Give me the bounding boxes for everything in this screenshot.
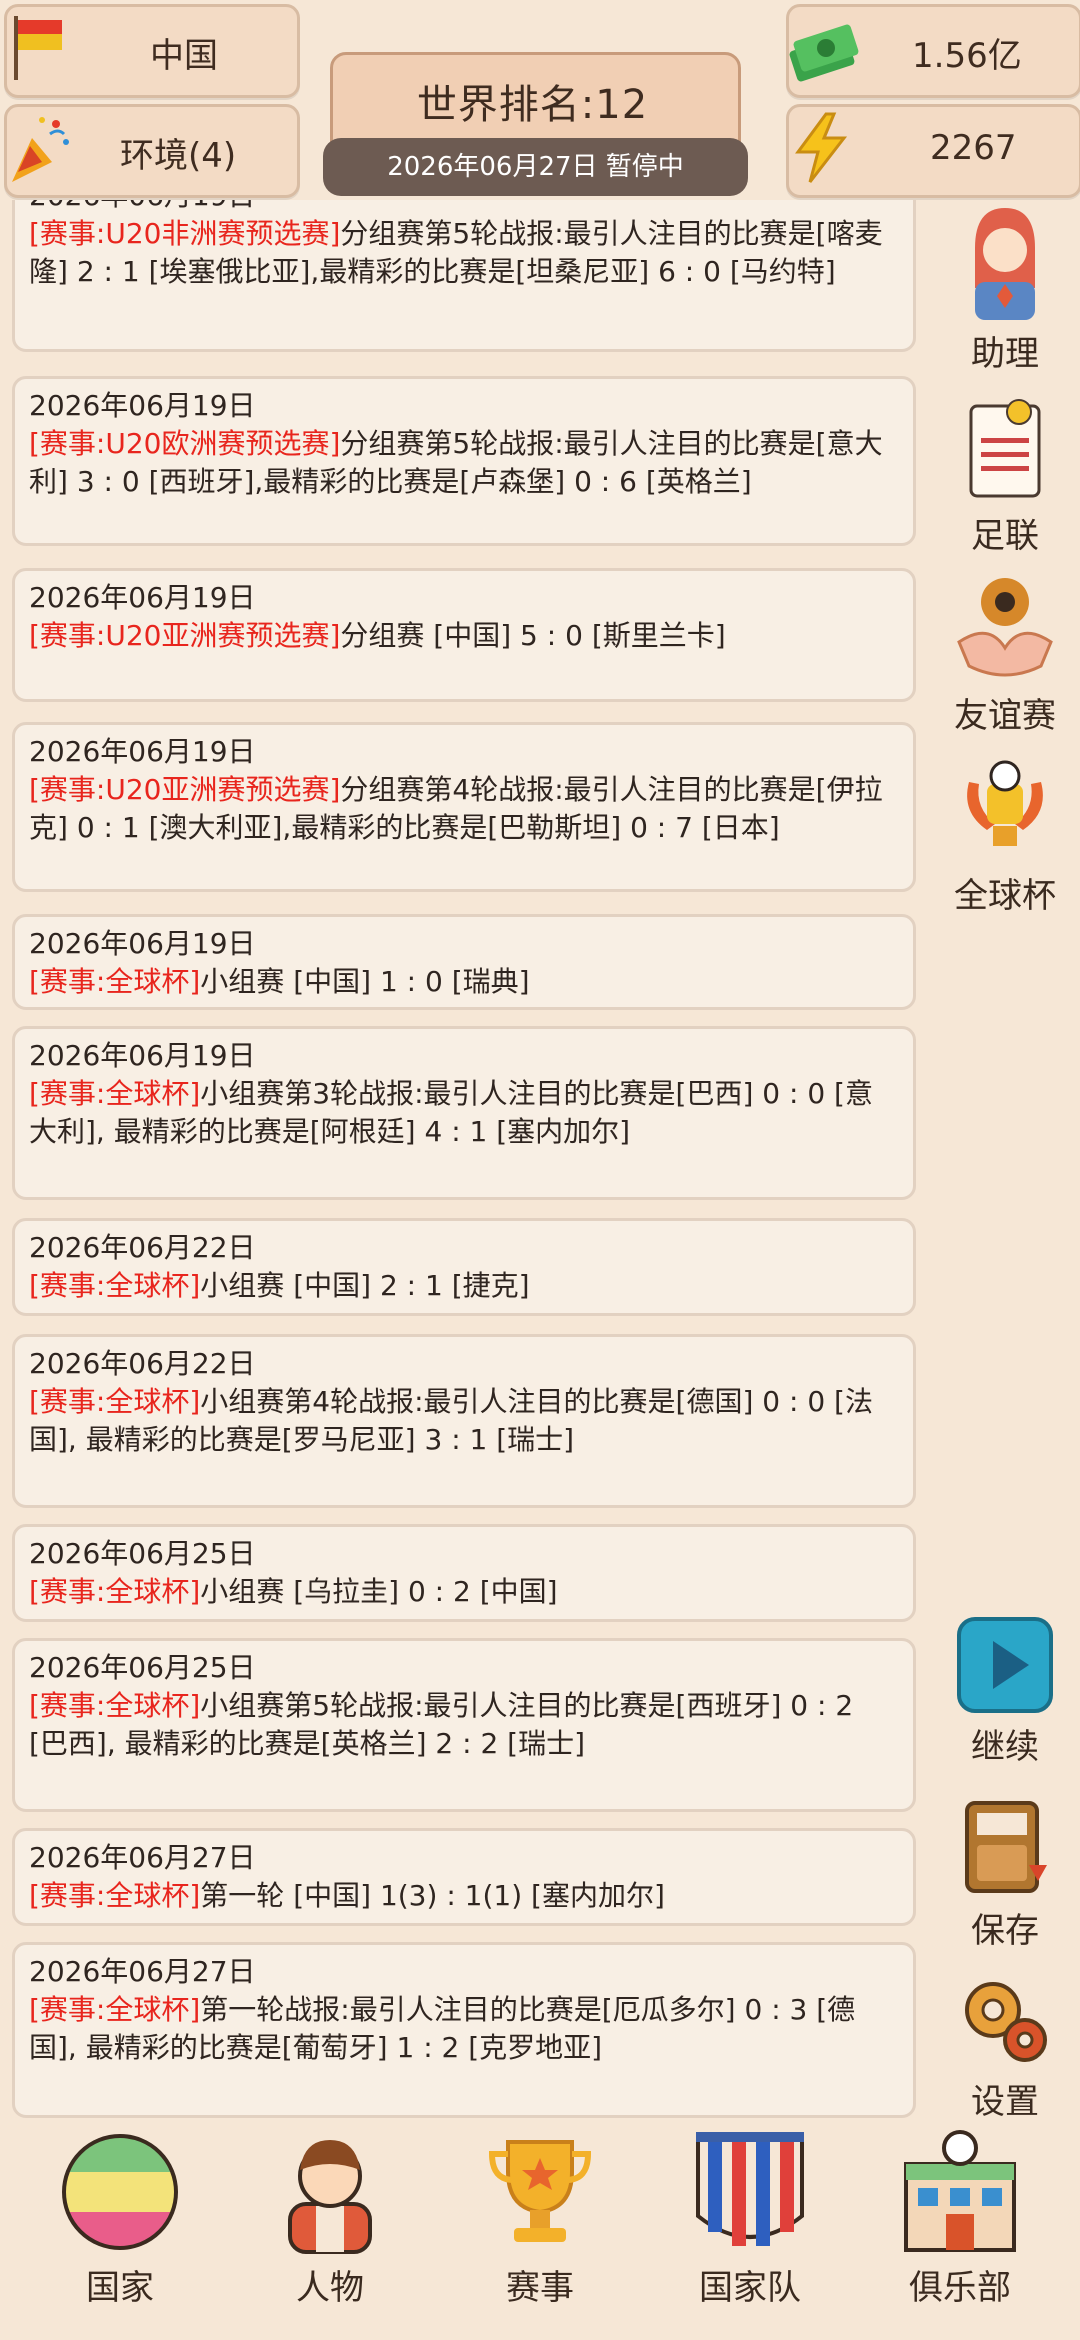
news-date: 2026年06月25日 — [29, 1651, 256, 1684]
club-building-icon — [904, 2130, 1016, 2252]
news-date: 2026年06月19日 — [29, 200, 899, 215]
news-date: 2026年06月19日 — [29, 927, 256, 960]
money-stack-icon — [786, 8, 866, 92]
party-popper-icon — [6, 108, 76, 192]
nav-events[interactable]: 赛事 — [440, 2130, 640, 2309]
news-date: 2026年06月27日 — [29, 1841, 256, 1874]
news-date: 2026年06月25日 — [29, 1537, 256, 1570]
nav-national-team[interactable]: 国家队 — [650, 2130, 850, 2309]
news-date: 2026年06月22日 — [29, 1347, 256, 1380]
country-label: 中国 — [150, 36, 218, 76]
bottom-navigation: 国家 人物 赛事 国家队 俱乐部 — [0, 2130, 1080, 2340]
news-card[interactable]: 2026年06月19日 [赛事:U20欧洲赛预选赛]分组赛第5轮战报:最引人注目… — [12, 376, 916, 546]
news-card[interactable]: 2026年06月22日 [赛事:全球杯]小组赛第4轮战报:最引人注目的比赛是[德… — [12, 1334, 916, 1508]
news-tag: [赛事:全球杯] — [29, 1879, 201, 1912]
play-icon — [957, 1617, 1053, 1713]
team-shield-icon — [696, 2132, 804, 2246]
nav-people[interactable]: 人物 — [230, 2130, 430, 2309]
news-tag: [赛事:全球杯] — [29, 1385, 201, 1418]
news-card[interactable]: 2026年06月19日 [赛事:U20亚洲赛预选赛]分组赛第4轮战报:最引人注目… — [12, 722, 916, 892]
news-tag: [赛事:全球杯] — [29, 1269, 201, 1302]
game-date-status: 2026年06月27日 暂停中 — [323, 138, 748, 196]
assistant-button[interactable]: 助理 — [930, 200, 1080, 375]
news-tag: [赛事:全球杯] — [29, 1993, 201, 2026]
nav-people-label: 人物 — [296, 2268, 364, 2308]
news-card[interactable]: 2026年06月25日 [赛事:全球杯]小组赛 [乌拉圭] 0 : 2 [中国] — [12, 1524, 916, 1622]
save-book-icon — [965, 1801, 1047, 1893]
news-date: 2026年06月19日 — [29, 1039, 256, 1072]
news-tag: [赛事:全球杯] — [29, 1575, 201, 1608]
news-tag: [赛事:U20非洲赛预选赛] — [29, 217, 341, 250]
news-card[interactable]: 2026年06月19日 [赛事:U20亚洲赛预选赛]分组赛 [中国] 5 : 0… — [12, 568, 916, 702]
country-flag-ball-icon — [62, 2134, 178, 2250]
nav-country-label: 国家 — [86, 2268, 154, 2308]
news-tag: [赛事:全球杯] — [29, 965, 201, 998]
federation-label: 足联 — [971, 516, 1039, 556]
document-icon — [969, 399, 1041, 498]
news-card[interactable]: 2026年06月25日 [赛事:全球杯]小组赛第5轮战报:最引人注目的比赛是[西… — [12, 1638, 916, 1812]
energy-value: 2267 — [930, 128, 1017, 168]
friendly-match-button[interactable]: 友谊赛 — [930, 572, 1080, 737]
save-label: 保存 — [971, 1911, 1039, 1951]
news-card[interactable]: 2026年06月22日 [赛事:全球杯]小组赛 [中国] 2 : 1 [捷克] — [12, 1218, 916, 1316]
news-body: 分组赛 [中国] 5 : 0 [斯里兰卡] — [340, 619, 726, 652]
news-card[interactable]: 2026年06月27日 [赛事:全球杯]第一轮战报:最引人注目的比赛是[厄瓜多尔… — [12, 1942, 916, 2118]
news-date: 2026年06月19日 — [29, 581, 256, 614]
nav-club[interactable]: 俱乐部 — [860, 2130, 1060, 2309]
trophy-icon — [488, 2140, 592, 2242]
nav-national-team-label: 国家队 — [699, 2268, 801, 2308]
news-tag: [赛事:全球杯] — [29, 1077, 201, 1110]
global-cup-label: 全球杯 — [954, 876, 1056, 916]
news-date: 2026年06月27日 — [29, 1955, 256, 1988]
news-body: 第一轮 [中国] 1(3) : 1(1) [塞内加尔] — [200, 1879, 665, 1912]
news-card[interactable]: 2026年06月27日 [赛事:全球杯]第一轮 [中国] 1(3) : 1(1)… — [12, 1828, 916, 1926]
nav-events-label: 赛事 — [506, 2268, 574, 2308]
world-rank-title: 世界排名:12 — [416, 82, 649, 128]
assistant-icon — [975, 208, 1035, 320]
gear-icon — [965, 1982, 1047, 2062]
environment-label: 环境(4) — [120, 136, 237, 176]
continue-label: 继续 — [971, 1727, 1039, 1767]
save-button[interactable]: 保存 — [930, 1795, 1080, 1952]
settings-button[interactable]: 设置 — [930, 1970, 1080, 2123]
news-body: 小组赛 [乌拉圭] 0 : 2 [中国] — [200, 1575, 558, 1608]
news-tag: [赛事:U20欧洲赛预选赛] — [29, 427, 341, 460]
settings-label: 设置 — [971, 2082, 1039, 2122]
nav-country[interactable]: 国家 — [20, 2130, 220, 2309]
news-tag: [赛事:U20亚洲赛预选赛] — [29, 619, 341, 652]
news-card[interactable]: 2026年06月19日 [赛事:全球杯]小组赛 [中国] 1 : 0 [瑞典] — [12, 914, 916, 1010]
trophy-ball-icon — [967, 760, 1043, 846]
news-body: 小组赛 [中国] 2 : 1 [捷克] — [200, 1269, 530, 1302]
flag-icon — [10, 14, 70, 86]
assistant-label: 助理 — [971, 334, 1039, 374]
news-date: 2026年06月19日 — [29, 735, 256, 768]
news-date: 2026年06月22日 — [29, 1231, 256, 1264]
news-card[interactable]: 2026年06月19日 [赛事:全球杯]小组赛第3轮战报:最引人注目的比赛是[巴… — [12, 1026, 916, 1200]
nav-club-label: 俱乐部 — [909, 2268, 1011, 2308]
news-feed[interactable]: 2026年06月19日 [赛事:U20非洲赛预选赛]分组赛第5轮战报:最引人注目… — [12, 200, 922, 2125]
continue-button[interactable]: 继续 — [930, 1615, 1080, 1768]
federation-button[interactable]: 足联 — [930, 392, 1080, 557]
handshake-ball-icon — [957, 578, 1053, 677]
news-date: 2026年06月19日 — [29, 389, 256, 422]
news-card[interactable]: 2026年06月19日 [赛事:U20非洲赛预选赛]分组赛第5轮战报:最引人注目… — [12, 200, 916, 352]
news-tag: [赛事:U20亚洲赛预选赛] — [29, 773, 341, 806]
lightning-icon — [786, 110, 856, 190]
friendly-match-label: 友谊赛 — [954, 696, 1056, 736]
money-value: 1.56亿 — [912, 36, 1022, 76]
global-cup-button[interactable]: 全球杯 — [930, 752, 1080, 917]
person-icon — [288, 2140, 372, 2254]
news-body: 小组赛 [中国] 1 : 0 [瑞典] — [200, 965, 530, 998]
news-tag: [赛事:全球杯] — [29, 1689, 201, 1722]
